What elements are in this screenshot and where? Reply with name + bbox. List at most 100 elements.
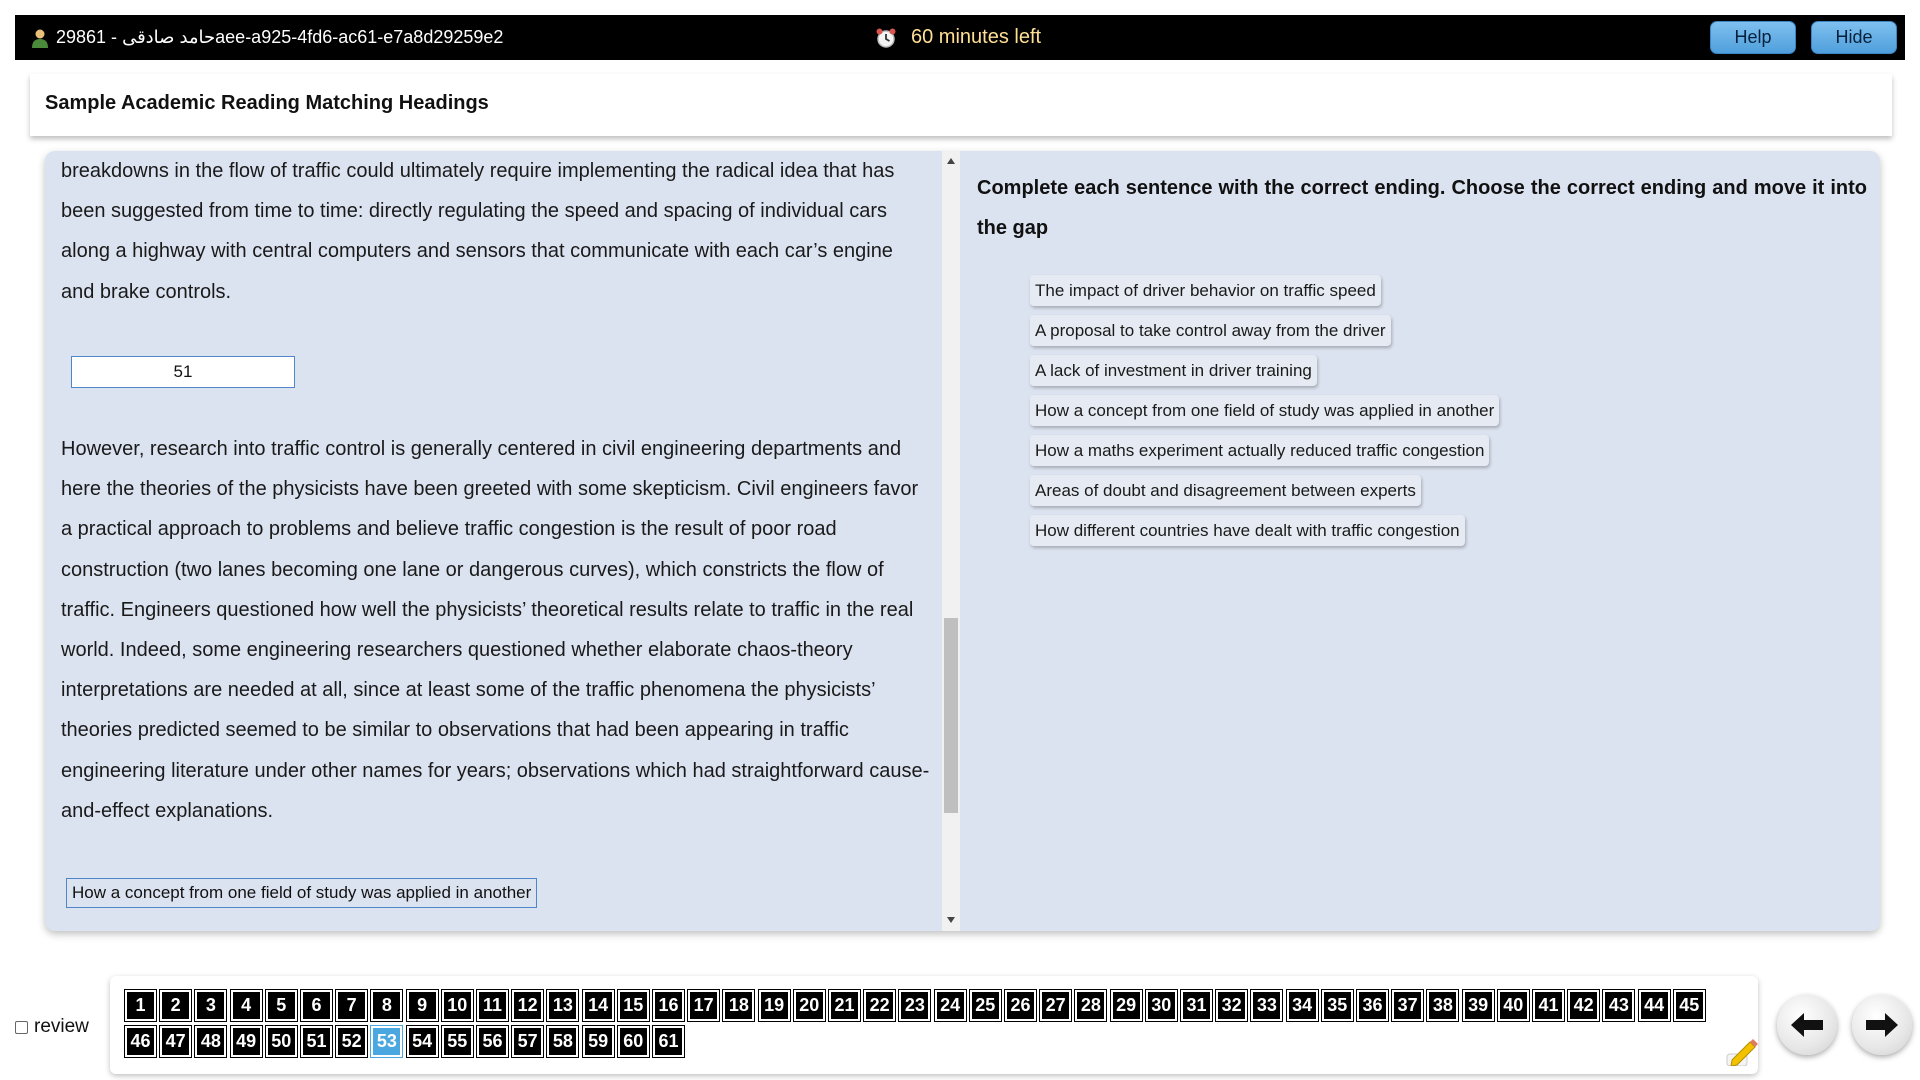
question-number-button[interactable]: 45	[1672, 989, 1706, 1022]
question-number-button[interactable]: 55	[440, 1025, 474, 1058]
review-toggle[interactable]: review	[15, 1016, 89, 1038]
question-number-button[interactable]: 54	[405, 1025, 439, 1058]
question-number-button[interactable]: 5	[264, 989, 298, 1022]
question-number-button[interactable]: 4	[229, 989, 263, 1022]
question-number-button[interactable]: 49	[229, 1025, 263, 1058]
option-item[interactable]: How a maths experiment actually reduced …	[1030, 435, 1490, 466]
question-number-button[interactable]: 53	[370, 1025, 404, 1058]
question-number-button[interactable]: 31	[1180, 989, 1213, 1022]
question-number-button[interactable]: 7	[335, 989, 369, 1022]
question-number-button[interactable]: 19	[757, 989, 791, 1022]
arrow-right-icon	[1866, 1013, 1898, 1037]
question-number-button[interactable]: 18	[722, 989, 756, 1022]
passage-scrollbar[interactable]	[942, 151, 960, 931]
question-number-button[interactable]: 35	[1320, 989, 1354, 1022]
question-number-button[interactable]: 6	[300, 989, 333, 1022]
question-number-button[interactable]: 61	[652, 1025, 685, 1058]
question-number-button[interactable]: 8	[370, 989, 404, 1022]
question-number-button[interactable]: 51	[300, 1025, 333, 1058]
review-checkbox[interactable]	[15, 1020, 28, 1034]
timer: 60 minutes left	[875, 15, 1041, 60]
timer-text: 60 minutes left	[911, 26, 1042, 48]
question-number-button[interactable]: 44	[1637, 989, 1671, 1022]
question-number-button[interactable]: 60	[616, 1025, 650, 1058]
question-number-button[interactable]: 30	[1144, 989, 1178, 1022]
option-item[interactable]: The impact of driver behavior on traffic…	[1030, 275, 1381, 306]
question-number-button[interactable]: 24	[933, 989, 967, 1022]
reading-passage-pane: breakdowns in the flow of traffic could …	[45, 151, 940, 931]
question-number-button[interactable]: 13	[546, 989, 580, 1022]
session-id: aee-a925-4fd6-ac61-e7a8d29259e2	[215, 27, 504, 47]
previous-question-button[interactable]	[1777, 995, 1837, 1055]
question-number-button[interactable]: 43	[1602, 989, 1636, 1022]
help-button[interactable]: Help	[1710, 21, 1796, 54]
question-number-button[interactable]: 21	[828, 989, 861, 1022]
question-number-button[interactable]: 48	[194, 1025, 228, 1058]
question-number-button[interactable]: 42	[1567, 989, 1601, 1022]
question-number-button[interactable]: 46	[124, 1025, 157, 1058]
question-number-button[interactable]: 27	[1039, 989, 1073, 1022]
scroll-up-icon[interactable]	[947, 158, 955, 164]
question-number-button[interactable]: 37	[1391, 989, 1425, 1022]
question-number-button[interactable]: 11	[476, 989, 509, 1022]
question-number-button[interactable]: 33	[1250, 989, 1284, 1022]
question-number-button[interactable]: 9	[405, 989, 439, 1022]
scroll-down-icon[interactable]	[947, 917, 955, 923]
question-number-button[interactable]: 16	[652, 989, 685, 1022]
answer-gap-51[interactable]: 51	[71, 356, 295, 388]
question-number-button[interactable]: 20	[792, 989, 826, 1022]
question-number-button[interactable]: 26	[1004, 989, 1037, 1022]
question-number-button[interactable]: 56	[476, 1025, 509, 1058]
option-item[interactable]: How different countries have dealt with …	[1030, 515, 1465, 546]
question-number-button[interactable]: 3	[194, 989, 228, 1022]
passage-paragraph-1: breakdowns in the flow of traffic could …	[61, 160, 895, 303]
question-number-button[interactable]: 12	[511, 989, 545, 1022]
option-item[interactable]: Areas of doubt and disagreement between …	[1030, 475, 1421, 506]
alarm-clock-icon	[876, 28, 896, 48]
top-bar: 29861 - حامد صادقی aee-a925-4fd6-ac61-e7a…	[15, 15, 1905, 60]
arrow-left-icon	[1791, 1013, 1823, 1037]
hide-button[interactable]: Hide	[1811, 21, 1897, 54]
dropped-answer[interactable]: How a concept from one field of study wa…	[66, 878, 538, 908]
question-navigator: 1 2 3 4 5 6 7 8 9 10 11 12 13 14 15 16 17 18 19 20 21 22 23 24 2…	[110, 976, 1758, 1074]
question-number-button[interactable]: 38	[1426, 989, 1460, 1022]
title-card: Sample Academic Reading Matching Heading…	[30, 74, 1892, 136]
passage-paragraph-2: However, research into traffic control i…	[61, 438, 930, 822]
user-name: 29861 - حامد صادقی	[56, 27, 216, 47]
question-number-button[interactable]: 22	[863, 989, 897, 1022]
page-title: Sample Academic Reading Matching Heading…	[45, 92, 489, 114]
scrollbar-thumb[interactable]	[944, 618, 958, 813]
question-number-button[interactable]: 50	[264, 1025, 298, 1058]
review-label: review	[34, 1016, 89, 1037]
question-number-button[interactable]: 1	[124, 989, 157, 1022]
next-question-button[interactable]	[1852, 995, 1912, 1055]
question-number-button[interactable]: 2	[159, 989, 193, 1022]
question-number-button[interactable]: 29	[1109, 989, 1143, 1022]
question-number-button[interactable]: 17	[687, 989, 721, 1022]
person-icon	[32, 29, 48, 48]
option-item[interactable]: A proposal to take control away from the…	[1030, 315, 1391, 346]
question-number-button[interactable]: 57	[511, 1025, 545, 1058]
question-number-button[interactable]: 15	[616, 989, 650, 1022]
option-item[interactable]: How a concept from one field of study wa…	[1030, 395, 1500, 426]
question-number-button[interactable]: 40	[1496, 989, 1530, 1022]
question-number-button[interactable]: 58	[546, 1025, 580, 1058]
question-number-button[interactable]: 52	[335, 1025, 369, 1058]
option-item[interactable]: A lack of investment in driver training	[1030, 355, 1317, 386]
question-number-button[interactable]: 25	[968, 989, 1002, 1022]
question-number-button[interactable]: 23	[898, 989, 932, 1022]
user-info: 29861 - حامد صادقی aee-a925-4fd6-ac61-e7a…	[31, 15, 503, 60]
question-number-button[interactable]: 14	[581, 989, 615, 1022]
question-instructions: Complete each sentence with the correct …	[977, 177, 1867, 239]
question-number-button[interactable]: 39	[1461, 989, 1495, 1022]
question-number-button[interactable]: 36	[1356, 989, 1389, 1022]
question-number-button[interactable]: 32	[1215, 989, 1249, 1022]
question-number-button[interactable]: 10	[440, 989, 474, 1022]
question-pane: Complete each sentence with the correct …	[967, 151, 1872, 931]
question-number-button[interactable]: 28	[1074, 989, 1108, 1022]
pencil-icon[interactable]	[1726, 1036, 1758, 1066]
question-number-button[interactable]: 34	[1285, 989, 1319, 1022]
question-number-button[interactable]: 59	[581, 1025, 615, 1058]
question-number-button[interactable]: 41	[1532, 989, 1565, 1022]
question-number-button[interactable]: 47	[159, 1025, 193, 1058]
